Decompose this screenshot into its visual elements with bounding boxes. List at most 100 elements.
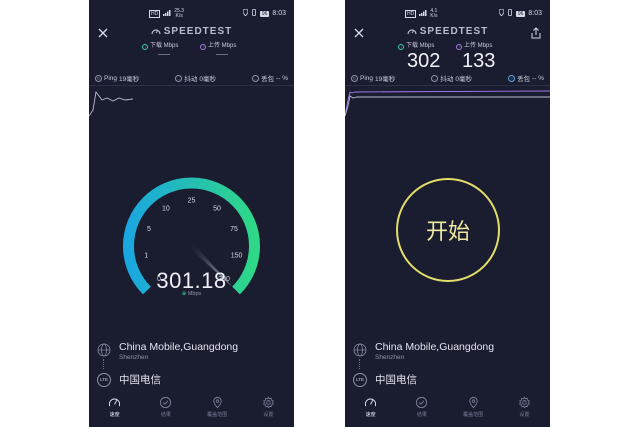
nav-label: 覆盖范围 xyxy=(207,412,228,418)
globe-icon xyxy=(353,343,367,357)
nav-results[interactable]: 结果 xyxy=(146,396,186,427)
download-label: ↓ 下载 Mbps xyxy=(398,40,434,50)
provider-city: Shenzhen xyxy=(375,354,405,361)
jitter-icon: – xyxy=(431,74,439,82)
loss-label: 丢包 xyxy=(261,76,275,83)
nav-label: 覆盖范围 xyxy=(463,412,484,418)
ping-stat: ↻ Ping 19毫秒 xyxy=(95,73,139,83)
gauge-tick-label: 25 xyxy=(188,198,196,205)
gauge-tick-label: 1 xyxy=(144,252,148,259)
phone-screen-result: HD 4.1 K/s 96 8:03 SPEEDTEST ↓ 下载 Mbps ↑ 上… xyxy=(345,0,550,427)
ping-icon: ↻ xyxy=(95,74,102,82)
download-arrow-icon: ↓ xyxy=(398,44,404,50)
gauge-tick-label: 50 xyxy=(213,205,221,212)
nav-results[interactable]: 结果 xyxy=(402,396,442,427)
brand-text: SPEEDTEST xyxy=(163,26,233,37)
jitter-label: 抖动 xyxy=(184,76,198,83)
ping-value: 19毫秒 xyxy=(119,76,140,83)
status-bar: HD 4.1 K/s 96 8:03 xyxy=(345,0,550,26)
speedometer-icon xyxy=(365,398,377,407)
loss-value: -- % xyxy=(532,74,544,82)
loss-info-icon: ? xyxy=(508,74,516,82)
bottom-nav: 速度 结果 覆盖范围 设置 xyxy=(89,396,294,427)
upload-label-text: 上传 Mbps xyxy=(464,43,493,49)
upload-label: ↑ 上传 Mbps xyxy=(200,40,236,50)
nav-coverage[interactable]: 覆盖范围 xyxy=(453,396,493,427)
nav-settings[interactable]: 设置 xyxy=(248,396,288,427)
lte-badge: LTE xyxy=(353,372,367,387)
gauge-tick-label: 150 xyxy=(231,252,243,259)
provider-row[interactable]: China Mobile,Guangdong Shenzhen xyxy=(97,341,238,361)
upload-label: ↑ 上传 Mbps xyxy=(456,40,492,50)
location-icon xyxy=(498,8,505,18)
status-bar: HD 25.3 K/s 96 8:03 xyxy=(89,0,294,26)
hd-indicator: HD xyxy=(149,10,161,18)
provider-name: China Mobile,Guangdong xyxy=(375,341,495,353)
download-label: ↓ 下载 Mbps xyxy=(142,40,178,50)
stats-row: ↻ Ping 19毫秒 – 抖动 0毫秒 ? 丢包 -- % xyxy=(351,73,544,83)
nav-speed[interactable]: 速度 xyxy=(95,396,135,427)
nav-settings[interactable]: 设置 xyxy=(504,396,544,427)
speed-graph xyxy=(89,90,134,117)
loss-icon: – xyxy=(252,74,260,82)
check-circle-icon xyxy=(416,396,428,409)
signal-icon xyxy=(419,10,427,18)
loss-stat: – 丢包 -- % xyxy=(252,73,288,83)
gauge-download-icon: ⊕ xyxy=(181,291,187,297)
carrier-row: LTE 中国电信 xyxy=(353,372,417,387)
speedometer-icon xyxy=(109,398,121,407)
loss-stat: ? 丢包 -- % xyxy=(508,73,544,83)
ping-label: Ping xyxy=(104,74,118,82)
jitter-stat: – 抖动 0毫秒 xyxy=(431,73,472,83)
provider-city: Shenzhen xyxy=(119,354,149,361)
stats-row: ↻ Ping 19毫秒 – 抖动 0毫秒 – 丢包 -- % xyxy=(95,73,288,83)
nav-label: 速度 xyxy=(365,412,376,418)
globe-icon xyxy=(97,343,111,357)
speedtest-logo: SPEEDTEST xyxy=(345,26,550,38)
download-label-text: 下载 Mbps xyxy=(150,43,179,49)
jitter-icon: – xyxy=(175,74,183,82)
provider-name: China Mobile,Guangdong xyxy=(119,341,239,353)
nav-coverage[interactable]: 覆盖范围 xyxy=(197,396,237,427)
map-pin-icon xyxy=(212,396,222,409)
net-speed: 25.3 K/s xyxy=(174,9,184,19)
nav-speed[interactable]: 速度 xyxy=(351,396,391,427)
gauge-unit-text: Mbps xyxy=(187,291,202,297)
start-button[interactable]: 开始 xyxy=(396,178,500,282)
gauge-tick-label: 10 xyxy=(162,205,170,212)
ping-value: 19毫秒 xyxy=(375,76,396,83)
jitter-stat: – 抖动 0毫秒 xyxy=(175,73,216,83)
upload-label-text: 上传 Mbps xyxy=(208,43,237,49)
ping-stat: ↻ Ping 19毫秒 xyxy=(351,73,395,83)
connector-dots xyxy=(359,359,361,369)
download-arrow-icon: ↓ xyxy=(142,44,148,50)
carrier-row: LTE 中国电信 xyxy=(97,372,161,387)
location-icon xyxy=(242,8,249,18)
speedtest-logo-icon xyxy=(151,27,161,38)
jitter-label: 抖动 xyxy=(440,76,454,83)
upload-arrow-icon: ↑ xyxy=(200,44,206,50)
ping-icon: ↻ xyxy=(351,74,358,82)
carrier-name: 中国电信 xyxy=(119,374,161,386)
nav-label: 速度 xyxy=(109,412,120,418)
status-time: 8:03 xyxy=(528,10,542,17)
provider-row[interactable]: China Mobile,Guangdong Shenzhen xyxy=(353,341,494,361)
net-speed-unit: K/s xyxy=(175,13,183,19)
lte-badge: LTE xyxy=(97,372,111,387)
download-value: 302 xyxy=(407,50,441,72)
upload-value: 133 xyxy=(462,50,496,72)
vibrate-icon xyxy=(507,9,513,18)
nav-label: 设置 xyxy=(263,412,274,418)
nav-label: 结果 xyxy=(416,412,427,418)
speedtest-logo-icon xyxy=(407,27,417,38)
connector-dots xyxy=(103,359,105,369)
upload-value-placeholder xyxy=(216,54,228,55)
carrier-name: 中国电信 xyxy=(375,374,417,386)
nav-label: 结果 xyxy=(160,412,171,418)
battery-icon: 96 xyxy=(259,10,270,17)
hd-indicator: HD xyxy=(405,10,417,18)
nav-label: 设置 xyxy=(519,412,530,418)
battery-icon: 96 xyxy=(515,10,526,17)
map-pin-icon xyxy=(468,396,478,409)
status-time: 8:03 xyxy=(272,10,286,17)
